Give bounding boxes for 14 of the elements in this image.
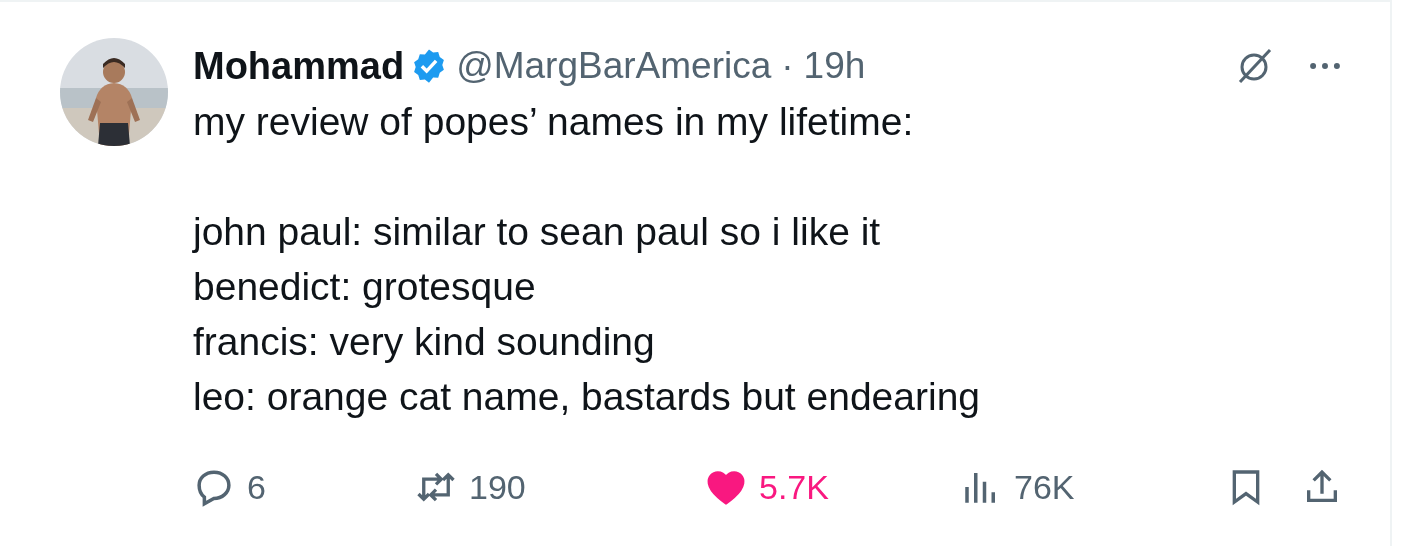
separator-dot: · bbox=[781, 45, 794, 87]
more-icon[interactable] bbox=[1308, 60, 1342, 72]
post-text-line: my review of popes’ names in my lifetime: bbox=[193, 99, 915, 145]
repost-button[interactable]: 190 bbox=[415, 466, 705, 508]
author-handle[interactable]: @MargBarAmerica bbox=[456, 45, 772, 87]
reply-button[interactable]: 6 bbox=[193, 466, 415, 508]
post-text-line: john paul: similar to sean paul so i like it bbox=[193, 209, 882, 255]
like-button[interactable]: 5.7K bbox=[705, 466, 960, 508]
post-text-line: benedict: grotesque bbox=[193, 264, 537, 310]
post-text-line: leo: orange cat name, bastards but endearing bbox=[193, 374, 982, 420]
post-time[interactable]: 19h bbox=[803, 45, 866, 87]
views-button[interactable]: 76K bbox=[960, 466, 1200, 508]
author-name[interactable]: Mohammad bbox=[193, 44, 405, 88]
post-text-line: francis: very kind sounding bbox=[193, 319, 656, 365]
